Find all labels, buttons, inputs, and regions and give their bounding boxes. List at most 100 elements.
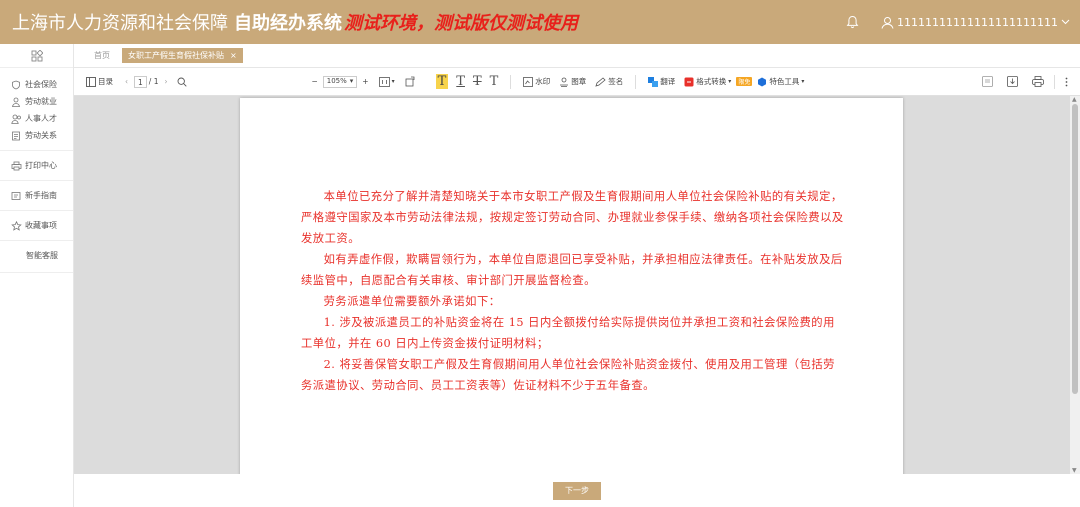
chevron-down-icon: ▾ <box>391 78 395 85</box>
zoom-value: 105% <box>326 77 347 85</box>
watermark-icon <box>523 76 534 87</box>
sidebar-item-label: 新手指南 <box>25 191 57 200</box>
zoom-select[interactable]: 105% ▾ <box>322 75 358 88</box>
sidebar-item-label: 人事人才 <box>25 114 57 123</box>
sidebar: 社会保险 劳动就业 人事人才 劳动关系 打印中心 新手指南 收藏事项 智能客服 <box>0 44 74 507</box>
commitment-letter: 本单位已充分了解并清楚知晓关于本市女职工产假及生育假期间用人单位社会保险补贴的有… <box>301 186 846 396</box>
star-icon <box>10 220 22 232</box>
prev-page-button[interactable]: ‹ <box>125 77 128 86</box>
special-tools-label: 特色工具 <box>769 77 800 86</box>
text-highlight-icon[interactable]: T <box>435 74 449 89</box>
text-underline-icon[interactable]: T <box>456 74 465 89</box>
translate-label: 翻译 <box>660 77 676 86</box>
app-header: 上海市人力资源和社会保障 自助经办系统 测试环境，测试版仅测试使用 11111111… <box>0 0 1080 44</box>
sign-label: 签名 <box>608 77 624 86</box>
user-menu[interactable]: 11111111111111111111111 <box>881 16 1070 29</box>
pdf-page: 本单位已充分了解并清楚知晓关于本市女职工产假及生育假期间用人单位社会保险补贴的有… <box>240 98 903 474</box>
sidebar-item-guide[interactable]: 新手指南 <box>0 187 73 204</box>
contract-icon <box>10 130 22 142</box>
guide-icon <box>10 190 22 202</box>
close-icon[interactable]: × <box>230 51 237 60</box>
print-icon[interactable] <box>1032 76 1044 87</box>
toc-label: 目录 <box>98 77 113 86</box>
next-step-button[interactable]: 下一步 <box>553 481 601 500</box>
next-page-button[interactable]: › <box>164 77 167 86</box>
sign-button[interactable]: 签名 <box>595 76 623 87</box>
sidebar-item-print-center[interactable]: 打印中心 <box>0 157 73 174</box>
bell-icon[interactable] <box>846 15 859 29</box>
cube-icon <box>758 77 767 86</box>
paragraph: 1. 涉及被派遣员工的补贴资金将在 15 日内全额拨付给实际提供岗位并承担工资和… <box>301 316 835 350</box>
convert-label: 格式转换 <box>696 77 727 86</box>
free-badge: 限免 <box>736 77 753 86</box>
sidebar-item-label: 社会保险 <box>25 80 57 89</box>
convert-icon <box>684 77 694 86</box>
chevron-down-icon: ▾ <box>728 78 732 85</box>
stamp-icon <box>560 77 569 87</box>
pen-icon <box>595 76 606 87</box>
fit-page-icon[interactable]: ▾ <box>378 76 395 87</box>
sidebar-item-employment[interactable]: 劳动就业 <box>0 93 73 110</box>
stamp-label: 图章 <box>571 77 587 86</box>
toc-button[interactable]: 目录 <box>86 76 113 87</box>
chevron-down-icon: ▾ <box>801 78 805 85</box>
tab-label: 女职工产假生育假社保补贴 <box>128 51 224 60</box>
chevron-down-icon: ▾ <box>349 77 354 85</box>
more-icon[interactable] <box>1065 77 1068 87</box>
translate-icon <box>648 76 659 87</box>
paragraph: 2. 将妥善保管女职工产假及生育假期间用人单位社会保险补贴资金拨付、使用及用工管… <box>301 358 835 392</box>
text-insert-icon[interactable]: T <box>490 74 499 89</box>
sidebar-item-label: 收藏事项 <box>25 221 57 230</box>
sidebar-item-label: 智能客服 <box>26 251 58 260</box>
tab-home[interactable]: 首页 <box>94 50 110 61</box>
printer-icon <box>10 160 22 172</box>
person-icon <box>10 96 22 108</box>
sidebar-item-talent[interactable]: 人事人才 <box>0 110 73 127</box>
apps-grid-icon[interactable] <box>0 44 73 68</box>
chevron-down-icon <box>1061 19 1070 25</box>
sidebar-item-label: 劳动就业 <box>25 97 57 106</box>
shield-icon <box>10 79 22 91</box>
scroll-up-icon[interactable]: ▲ <box>1072 96 1077 103</box>
text-strikethrough-icon[interactable]: T <box>473 74 482 89</box>
paragraph: 劳务派遣单位需要额外承诺如下： <box>323 295 501 308</box>
people-icon <box>10 113 22 125</box>
watermark-label: 水印 <box>535 77 551 86</box>
pdf-viewer[interactable]: 本单位已充分了解并清楚知晓关于本市女职工产假及生育假期间用人单位社会保险补贴的有… <box>74 96 1080 474</box>
sidebar-panel-icon <box>86 76 96 87</box>
paragraph: 本单位已充分了解并清楚知晓关于本市女职工产假及生育假期间用人单位社会保险补贴的有… <box>301 190 844 245</box>
app-title: 上海市人力资源和社会保障 自助经办系统 测试环境，测试版仅测试使用 <box>12 9 578 35</box>
convert-button[interactable]: 格式转换 ▾ <box>684 76 731 87</box>
tab-maternity-subsidy[interactable]: 女职工产假生育假社保补贴 × <box>122 48 243 63</box>
paragraph: 如有弄虚作假，欺瞒冒领行为，本单位自愿退回已享受补贴，并承担相应法律责任。在补贴… <box>301 253 843 287</box>
page-total: / 1 <box>148 77 159 86</box>
search-icon[interactable] <box>177 77 188 87</box>
translate-button[interactable]: 翻译 <box>648 76 675 87</box>
sidebar-item-favorites[interactable]: 收藏事项 <box>0 217 73 234</box>
special-tools-button[interactable]: 特色工具 ▾ <box>757 76 804 87</box>
download-icon[interactable] <box>1007 76 1018 87</box>
sidebar-item-labor-relations[interactable]: 劳动关系 <box>0 127 73 144</box>
sidebar-item-social-insurance[interactable]: 社会保险 <box>0 76 73 93</box>
scroll-thumb[interactable] <box>1072 104 1078 394</box>
username: 11111111111111111111111 <box>897 15 1058 29</box>
sidebar-item-label: 打印中心 <box>25 161 57 170</box>
scroll-down-icon[interactable]: ▼ <box>1072 467 1077 474</box>
user-icon <box>881 16 894 29</box>
stamp-button[interactable]: 图章 <box>559 76 586 87</box>
zoom-in-button[interactable]: + <box>362 77 368 86</box>
rotate-icon[interactable] <box>405 76 416 87</box>
page-number-input[interactable]: 1 <box>134 75 147 88</box>
test-env-warning: 测试环境，测试版仅测试使用 <box>344 13 578 34</box>
vertical-scrollbar[interactable]: ▲ ▼ <box>1070 96 1080 474</box>
pdf-toolbar: 目录 ‹ 1 / 1 › − 105% ▾ + ▾ T T T T 水印 图章 签… <box>74 68 1080 96</box>
document-info-icon[interactable] <box>982 76 993 87</box>
watermark-button[interactable]: 水印 <box>523 76 550 87</box>
zoom-out-button[interactable]: − <box>311 77 317 86</box>
tab-bar: 首页 女职工产假生育假社保补贴 × <box>74 44 1080 68</box>
sidebar-item-label: 劳动关系 <box>25 131 57 140</box>
sidebar-item-smart-service[interactable]: 智能客服 <box>0 247 73 264</box>
footer-bar: 下一步 <box>74 474 1080 507</box>
app-title-org: 上海市人力资源和社会保障 <box>12 13 228 34</box>
app-title-system: 自助经办系统 <box>234 13 342 34</box>
